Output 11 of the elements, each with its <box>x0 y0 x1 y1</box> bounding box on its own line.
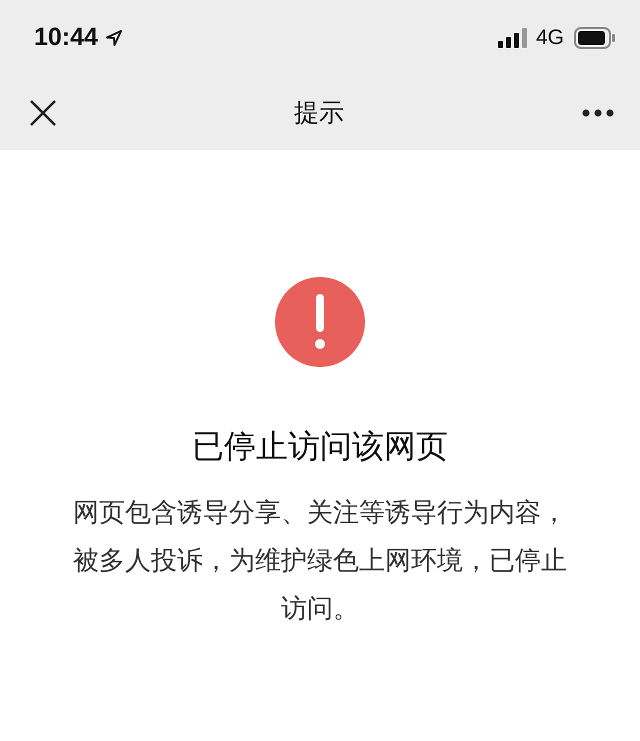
close-icon <box>30 100 56 126</box>
status-time: 10:44 <box>34 23 98 52</box>
message-title: 已停止访问该网页 <box>192 426 448 467</box>
signal-icon <box>498 28 528 48</box>
battery-icon <box>574 26 616 48</box>
more-icon <box>582 108 614 116</box>
message-text: 网页包含诱导分享、关注等诱导行为内容，被多人投诉，为维护绿色上网环境，已停止访问。 <box>72 497 568 626</box>
page-title: 提示 <box>294 97 344 129</box>
warning-icon <box>275 277 365 367</box>
network-type: 4G <box>536 26 564 50</box>
location-arrow-icon <box>106 30 122 46</box>
